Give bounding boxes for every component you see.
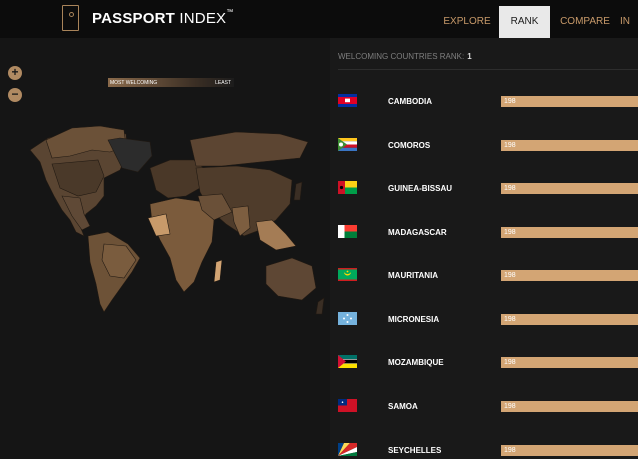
country-row-mauritania[interactable]: MAURITANIA 198 xyxy=(338,268,638,284)
brand-title[interactable]: PASSPORT INDEX™ xyxy=(92,9,233,27)
map-australia xyxy=(265,257,317,301)
map-west-africa xyxy=(147,213,171,237)
nav-more[interactable]: IN xyxy=(620,6,638,38)
country-name: MAURITANIA xyxy=(388,271,439,280)
passport-logo-icon[interactable] xyxy=(62,5,79,31)
score-bar: 198 xyxy=(501,314,638,325)
country-name: MADAGASCAR xyxy=(388,228,447,237)
cambodia-flag-icon xyxy=(338,94,357,107)
country-name: MOZAMBIQUE xyxy=(388,358,444,367)
country-row-seychelles[interactable]: SEYCHELLES 198 xyxy=(338,443,638,459)
world-map[interactable] xyxy=(0,38,330,459)
micronesia-flag-icon xyxy=(338,312,357,325)
map-japan xyxy=(293,181,303,201)
map-russia xyxy=(189,131,309,167)
score-bar: 198 xyxy=(501,140,638,151)
country-row-cambodia[interactable]: CAMBODIA 198 xyxy=(338,94,638,110)
score-bar: 198 xyxy=(501,357,638,368)
country-row-madagascar[interactable]: MADAGASCAR 198 xyxy=(338,225,638,241)
world-map-panel: + − xyxy=(0,38,330,459)
top-navigation-bar: PASSPORT INDEX™ EXPLORE RANK COMPARE IN xyxy=(0,0,638,38)
score-bar: 198 xyxy=(501,270,638,281)
zoom-in-button[interactable]: + xyxy=(8,66,22,80)
map-new-zealand xyxy=(315,297,325,315)
samoa-flag-icon xyxy=(338,399,357,412)
country-row-samoa[interactable]: SAMOA 198 xyxy=(338,399,638,415)
legend-least-label: LEAST xyxy=(215,80,231,86)
country-name: SEYCHELLES xyxy=(388,446,442,455)
map-madagascar xyxy=(213,259,223,283)
legend-most-label: MOST WELCOMING xyxy=(110,80,158,86)
mozambique-flag-icon xyxy=(338,355,357,368)
country-row-mozambique[interactable]: MOZAMBIQUE 198 xyxy=(338,355,638,371)
country-name: GUINEA-BISSAU xyxy=(388,184,453,193)
score-bar: 198 xyxy=(501,227,638,238)
nav-explore[interactable]: EXPLORE xyxy=(440,6,494,38)
country-name: SAMOA xyxy=(388,402,418,411)
country-row-guinea-bissau[interactable]: GUINEA-BISSAU 198 xyxy=(338,181,638,197)
score-bar: 198 xyxy=(501,96,638,107)
score-bar: 198 xyxy=(501,445,638,456)
map-southeast-asia xyxy=(255,219,297,251)
country-name: COMOROS xyxy=(388,141,431,150)
nav-rank[interactable]: RANK xyxy=(499,6,550,38)
rank-number: 1 xyxy=(467,52,472,61)
country-row-comoros[interactable]: COMOROS 198 xyxy=(338,138,638,154)
mauritania-flag-icon xyxy=(338,268,357,281)
country-name: MICRONESIA xyxy=(388,315,440,324)
country-name: CAMBODIA xyxy=(388,97,432,106)
seychelles-flag-icon xyxy=(338,443,357,456)
guinea-bissau-flag-icon xyxy=(338,181,357,194)
madagascar-flag-icon xyxy=(338,225,357,238)
country-row-micronesia[interactable]: MICRONESIA 198 xyxy=(338,312,638,328)
zoom-out-button[interactable]: − xyxy=(8,88,22,102)
score-bar: 198 xyxy=(501,183,638,194)
score-bar: 198 xyxy=(501,401,638,412)
map-legend: MOST WELCOMING LEAST xyxy=(108,78,234,87)
rank-heading: WELCOMING COUNTRIES RANK: 1 xyxy=(338,52,472,61)
nav-compare[interactable]: COMPARE xyxy=(558,6,612,38)
divider xyxy=(338,69,638,70)
comoros-flag-icon xyxy=(338,138,357,151)
